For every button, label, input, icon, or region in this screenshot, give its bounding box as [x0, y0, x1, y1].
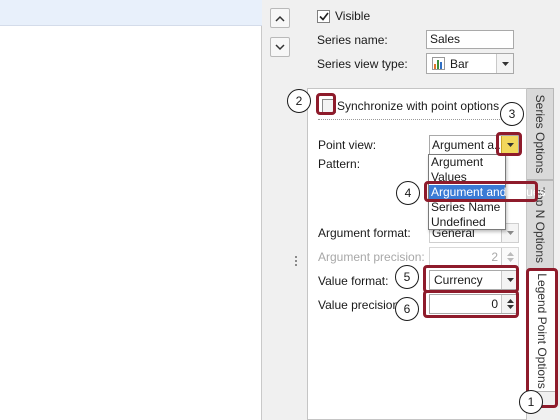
callout-2: 2	[287, 89, 311, 113]
tab-legend-point-options[interactable]: Legend Point Options	[527, 270, 557, 392]
visible-label: Visible	[335, 9, 371, 23]
sync-label: Synchronize with point options	[337, 99, 500, 113]
check-icon	[318, 12, 329, 21]
argument-precision-value: 2	[491, 250, 498, 264]
chevron-up-icon	[275, 15, 285, 22]
dropdown-option-selected[interactable]: Argument and Values	[429, 185, 546, 200]
value-precision-label: Value precision:	[318, 298, 403, 312]
dropdown-option[interactable]: Values	[429, 170, 505, 185]
series-settings: Visible Series name: Sales Series view t…	[300, 0, 560, 90]
dropdown-arrow-icon	[501, 61, 509, 66]
callout-6: 6	[395, 297, 419, 321]
point-view-dropdown-list[interactable]: Argument Values Argument and Values Seri…	[428, 154, 546, 230]
value-format-dropdown-button[interactable]	[501, 271, 518, 289]
splitter-grip[interactable]	[295, 256, 298, 270]
callout-5: 5	[395, 265, 419, 289]
visible-checkbox[interactable]	[317, 9, 330, 23]
series-list[interactable]	[0, 0, 262, 420]
chevron-down-icon	[275, 43, 285, 50]
move-down-button[interactable]	[270, 37, 290, 57]
dropdown-option[interactable]: Undefined	[429, 215, 505, 230]
bar-chart-icon	[432, 57, 445, 70]
visible-checkbox-row[interactable]: Visible	[317, 9, 370, 23]
argument-precision-spinner[interactable]: 2	[429, 247, 519, 267]
spin-up-icon	[506, 252, 514, 256]
point-view-dropdown-button[interactable]	[501, 136, 518, 154]
series-name-input[interactable]: Sales	[426, 30, 514, 49]
tab-legend-point-options-label: Legend Point Options	[534, 273, 549, 389]
value-precision-spin-buttons[interactable]	[501, 295, 518, 313]
dropdown-arrow-icon	[506, 231, 514, 235]
spin-down-icon	[506, 258, 514, 262]
callout-4: 4	[396, 181, 420, 205]
dropdown-arrow-icon	[506, 143, 514, 147]
dropdown-option[interactable]: Series Name	[429, 200, 505, 215]
move-buttons-column	[263, 0, 300, 420]
dropdown-arrow-icon	[506, 278, 514, 282]
series-view-type-label: Series view type:	[317, 57, 408, 71]
callout-3: 3	[500, 102, 524, 126]
value-format-value: Currency	[434, 273, 483, 287]
value-precision-value: 0	[491, 297, 498, 311]
options-tab-strip: Series Options Top N Options Legend Poin…	[527, 88, 560, 420]
argument-format-label: Argument format:	[318, 226, 411, 240]
series-view-type-select[interactable]: Bar	[426, 53, 514, 74]
argument-precision-spin-buttons[interactable]	[501, 248, 518, 266]
argument-precision-label: Argument precision:	[318, 250, 425, 264]
sync-checkbox[interactable]	[322, 99, 336, 113]
point-view-select[interactable]: Argument a...	[429, 135, 519, 155]
callout-1: 1	[519, 390, 543, 414]
series-list-selected-row[interactable]	[0, 0, 262, 26]
tab-series-options-label: Series Options	[533, 94, 547, 174]
spin-up-icon	[506, 299, 514, 303]
value-format-label: Value format:	[318, 274, 389, 288]
legend-point-options-panel: Synchronize with point options Point vie…	[307, 88, 527, 420]
value-precision-spinner[interactable]: 0	[429, 294, 519, 314]
section-separator	[318, 119, 518, 120]
series-view-type-value: Bar	[450, 57, 469, 71]
series-view-type-dropdown-button[interactable]	[496, 54, 513, 73]
tab-series-options[interactable]: Series Options	[527, 88, 554, 180]
dropdown-option[interactable]: Argument	[429, 155, 505, 170]
move-up-button[interactable]	[270, 8, 290, 28]
series-name-label: Series name:	[317, 33, 388, 47]
spin-down-icon	[506, 305, 514, 309]
point-view-value: Argument a...	[432, 138, 505, 152]
point-view-label: Point view:	[318, 138, 377, 152]
pattern-label: Pattern:	[318, 157, 361, 171]
value-format-select[interactable]: Currency	[429, 270, 519, 290]
